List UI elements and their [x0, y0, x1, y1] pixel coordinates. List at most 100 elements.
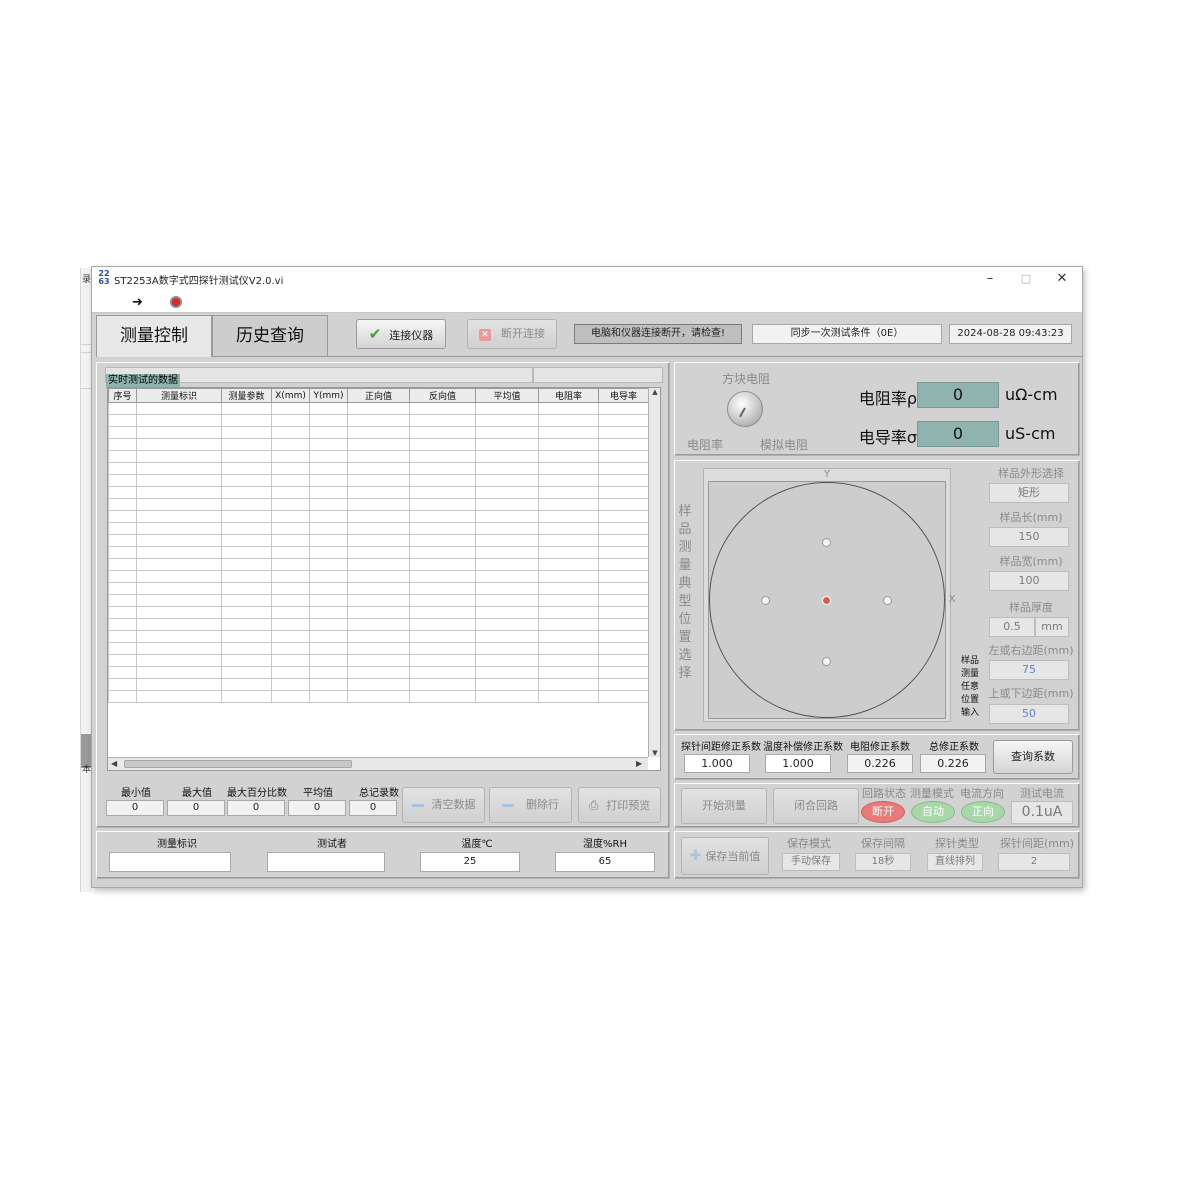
table-cell[interactable] [409, 438, 476, 451]
table-cell[interactable] [271, 606, 310, 619]
abort-stop-icon[interactable] [170, 296, 182, 308]
table-cell[interactable] [347, 522, 410, 535]
table-cell[interactable] [221, 414, 272, 427]
table-cell[interactable] [271, 582, 310, 595]
table-cell[interactable] [108, 570, 137, 583]
table-cell[interactable] [136, 510, 222, 523]
table-cell[interactable] [108, 582, 137, 595]
table-cell[interactable] [108, 558, 137, 571]
table-cell[interactable] [271, 402, 310, 415]
table-cell[interactable] [475, 402, 539, 415]
table-cell[interactable] [271, 666, 310, 679]
table-cell[interactable] [309, 402, 348, 415]
table-cell[interactable] [598, 594, 649, 607]
table-cell[interactable] [409, 462, 476, 475]
table-cell[interactable] [598, 666, 649, 679]
table-cell[interactable] [108, 618, 137, 631]
table-cell[interactable] [108, 438, 137, 451]
table-cell[interactable] [409, 570, 476, 583]
table-row[interactable] [108, 570, 649, 583]
table-cell[interactable] [598, 618, 649, 631]
table-cell[interactable] [475, 690, 539, 703]
table-cell[interactable] [598, 606, 649, 619]
table-cell[interactable] [409, 690, 476, 703]
disconnect-button[interactable]: ✕ 断开连接 [467, 319, 557, 349]
table-cell[interactable] [538, 582, 599, 595]
table-cell[interactable] [271, 558, 310, 571]
table-cell[interactable] [136, 582, 222, 595]
table-cell[interactable] [108, 426, 137, 439]
scroll-right-icon[interactable]: ▶ [636, 759, 642, 768]
table-cell[interactable] [309, 450, 348, 463]
temperature-input[interactable]: 25 [420, 852, 520, 872]
table-cell[interactable] [309, 666, 348, 679]
table-cell[interactable] [409, 678, 476, 691]
table-cell[interactable] [538, 402, 599, 415]
table-cell[interactable] [309, 522, 348, 535]
table-row[interactable] [108, 474, 649, 487]
table-cell[interactable] [271, 522, 310, 535]
table-cell[interactable] [538, 654, 599, 667]
table-cell[interactable] [271, 630, 310, 643]
table-cell[interactable] [347, 426, 410, 439]
table-cell[interactable] [409, 474, 476, 487]
table-cell[interactable] [475, 642, 539, 655]
table-row[interactable] [108, 606, 649, 619]
table-cell[interactable] [409, 534, 476, 547]
table-cell[interactable] [409, 510, 476, 523]
table-cell[interactable] [475, 474, 539, 487]
lr-margin-input[interactable]: 75 [989, 660, 1069, 680]
table-cell[interactable] [475, 654, 539, 667]
table-cell[interactable] [136, 522, 222, 535]
table-cell[interactable] [538, 462, 599, 475]
table-cell[interactable] [108, 690, 137, 703]
table-cell[interactable] [136, 666, 222, 679]
table-cell[interactable] [538, 546, 599, 559]
mode-selector-knob[interactable] [727, 391, 763, 427]
table-cell[interactable] [136, 606, 222, 619]
table-cell[interactable] [598, 678, 649, 691]
table-row[interactable] [108, 534, 649, 547]
run-arrow-icon[interactable]: ➜ [132, 295, 143, 310]
close-loop-button[interactable]: 闭合回路 [773, 788, 859, 824]
scroll-up-icon[interactable]: ▲ [649, 388, 660, 396]
realtime-data-table[interactable]: 序号 测量标识 测量参数 X(mm) Y(mm) 正向值 反向值 平均值 电阻率 电导率 ▲ ▼ … [107, 387, 661, 771]
table-cell[interactable] [475, 486, 539, 499]
delete-row-button[interactable]: 删除行 [489, 787, 572, 823]
table-cell[interactable] [598, 498, 649, 511]
table-cell[interactable] [136, 474, 222, 487]
table-cell[interactable] [309, 426, 348, 439]
table-vertical-scrollbar[interactable]: ▲ ▼ [648, 388, 660, 757]
table-cell[interactable] [598, 558, 649, 571]
table-cell[interactable] [598, 414, 649, 427]
table-row[interactable] [108, 690, 649, 703]
table-cell[interactable] [271, 654, 310, 667]
table-cell[interactable] [136, 486, 222, 499]
sample-width-input[interactable]: 100 [989, 571, 1069, 591]
table-cell[interactable] [475, 570, 539, 583]
table-cell[interactable] [309, 618, 348, 631]
table-cell[interactable] [309, 474, 348, 487]
table-row[interactable] [108, 666, 649, 679]
table-cell[interactable] [347, 666, 410, 679]
maximize-button[interactable]: □ [1008, 267, 1044, 291]
table-row[interactable] [108, 486, 649, 499]
table-row[interactable] [108, 582, 649, 595]
table-row[interactable] [108, 450, 649, 463]
table-cell[interactable] [309, 414, 348, 427]
table-cell[interactable] [221, 570, 272, 583]
table-cell[interactable] [347, 546, 410, 559]
table-cell[interactable] [108, 414, 137, 427]
position-dot-right[interactable] [883, 596, 892, 605]
table-cell[interactable] [598, 534, 649, 547]
table-cell[interactable] [309, 546, 348, 559]
table-cell[interactable] [598, 570, 649, 583]
tester-input[interactable] [267, 852, 385, 872]
table-cell[interactable] [271, 474, 310, 487]
table-cell[interactable] [347, 558, 410, 571]
table-cell[interactable] [347, 690, 410, 703]
table-cell[interactable] [475, 678, 539, 691]
temp-comp-coef-input[interactable]: 1.000 [765, 754, 831, 773]
print-preview-button[interactable]: ⎙ 打印预览 [578, 787, 661, 823]
table-cell[interactable] [108, 666, 137, 679]
